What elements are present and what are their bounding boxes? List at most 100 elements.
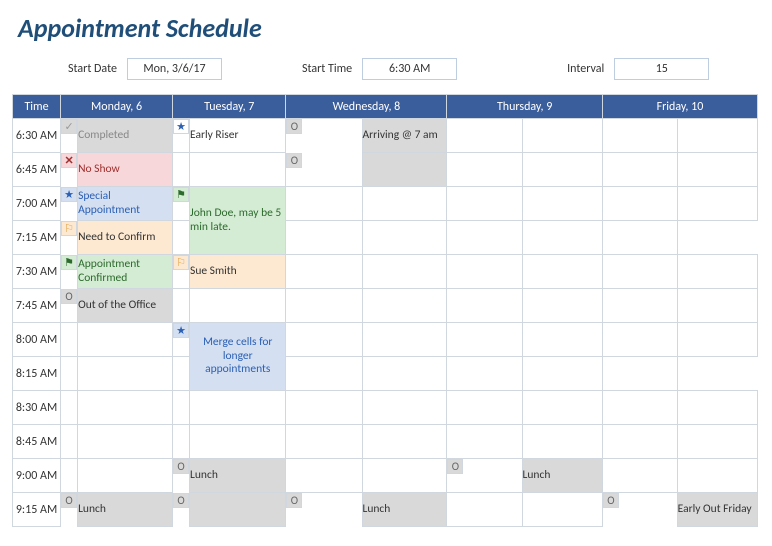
cell-fri-745[interactable] <box>677 289 757 323</box>
cell-thu-830[interactable] <box>522 391 602 425</box>
cell-fri-900[interactable] <box>677 459 757 493</box>
cell-wed-630[interactable]: Arriving @ 7 am <box>362 119 447 153</box>
cell-thu-715[interactable] <box>447 221 522 255</box>
cell-tue-630[interactable]: Early Riser <box>190 119 286 153</box>
cell-mon-645[interactable]: No Show <box>78 153 173 187</box>
header-friday: Friday, 10 <box>602 95 757 119</box>
cell-wed-800[interactable] <box>362 323 447 357</box>
cell-wed-700[interactable] <box>362 187 447 221</box>
cell-fri-630[interactable] <box>677 119 757 153</box>
cell-tue-645[interactable] <box>190 153 286 187</box>
circle-icon: O <box>61 289 77 304</box>
cell-tue-730[interactable]: Sue Smith <box>190 255 286 289</box>
cell-fri-845[interactable] <box>677 425 757 459</box>
cell-wed-900[interactable] <box>362 459 447 493</box>
cell-mon-845[interactable] <box>78 425 173 459</box>
cell-thu-845[interactable] <box>522 425 602 459</box>
cell-tue-900[interactable]: Lunch <box>190 459 286 493</box>
cell-icon <box>61 323 78 357</box>
cell-wed-715[interactable] <box>286 221 362 255</box>
circle-icon: O <box>603 493 619 508</box>
cell-fri-730[interactable] <box>677 255 757 289</box>
cell-fri-645[interactable] <box>677 153 757 187</box>
time-label: 8:00 AM <box>13 323 61 357</box>
interval-label: Interval <box>567 62 604 76</box>
time-label: 7:15 AM <box>13 221 61 255</box>
start-time-input[interactable]: 6:30 AM <box>362 58 457 80</box>
cell-wed-845[interactable] <box>362 425 447 459</box>
cell-icon <box>447 187 522 221</box>
header-thursday: Thursday, 9 <box>447 95 603 119</box>
cell-icon <box>602 119 677 153</box>
cell-icon <box>286 425 362 459</box>
cell-tue-745[interactable] <box>190 289 286 323</box>
cell-wed-730[interactable] <box>362 255 447 289</box>
cell-thu-745[interactable] <box>522 289 602 323</box>
cell-thu-800[interactable] <box>522 323 602 357</box>
cell-icon <box>447 323 522 357</box>
cell-tue-800[interactable]: Merge cells for longer appointments <box>190 323 286 391</box>
cell-wed-830[interactable] <box>362 391 447 425</box>
cell-icon <box>447 425 522 459</box>
cell-mon-815[interactable] <box>78 357 173 391</box>
time-label: 7:30 AM <box>13 255 61 289</box>
x-icon: ✕ <box>61 153 77 168</box>
cell-fri-715[interactable] <box>602 221 677 255</box>
cell-icon <box>286 391 362 425</box>
time-label: 6:30 AM <box>13 119 61 153</box>
cell-icon <box>602 187 677 221</box>
cell-wed-915[interactable]: Lunch <box>362 493 447 527</box>
flag-icon: ⚑ <box>173 187 189 202</box>
cell-fri-700[interactable] <box>677 187 757 221</box>
cell-icon <box>447 153 522 187</box>
cell-icon <box>522 221 602 255</box>
cell-thu-730[interactable] <box>522 255 602 289</box>
cell-wed-645[interactable] <box>362 153 447 187</box>
cell-thu-900[interactable]: Lunch <box>522 459 602 493</box>
cell-mon-730[interactable]: Appointment Confirmed <box>78 255 173 289</box>
cell-wed-745[interactable] <box>362 289 447 323</box>
cell-tue-845[interactable] <box>190 425 286 459</box>
interval-input[interactable]: 15 <box>614 58 709 80</box>
cell-icon <box>173 425 190 459</box>
start-date-input[interactable]: Mon, 3/6/17 <box>127 58 222 80</box>
cell-thu-815[interactable] <box>447 357 522 391</box>
cell-icon <box>61 425 78 459</box>
cell-fri-800[interactable] <box>677 323 757 357</box>
circle-icon: O <box>61 493 77 508</box>
cell-tue-700[interactable]: John Doe, may be 5 min late. <box>190 187 286 255</box>
star-icon: ★ <box>173 323 189 338</box>
time-label: 8:15 AM <box>13 357 61 391</box>
cell-fri-815[interactable] <box>602 357 677 391</box>
flag-icon: ⚐ <box>61 221 77 236</box>
cell-mon-745[interactable]: Out of the Office <box>78 289 173 323</box>
cell-thu-915[interactable] <box>522 493 602 527</box>
cell-mon-800[interactable] <box>78 323 173 357</box>
cell-icon <box>362 357 447 391</box>
cell-mon-715[interactable]: Need to Confirm <box>78 221 173 255</box>
cell-mon-915[interactable]: Lunch <box>78 493 173 527</box>
cell-wed-815[interactable] <box>286 357 362 391</box>
cell-mon-900[interactable] <box>78 459 173 493</box>
cell-icon <box>602 323 677 357</box>
cell-icon <box>362 221 447 255</box>
header-time: Time <box>13 95 61 119</box>
cell-icon <box>447 255 522 289</box>
cell-icon <box>286 459 362 493</box>
cell-fri-830[interactable] <box>677 391 757 425</box>
cell-icon <box>447 493 522 527</box>
cell-mon-630[interactable]: Completed <box>78 119 173 153</box>
cell-icon <box>286 323 362 357</box>
cell-thu-700[interactable] <box>522 187 602 221</box>
circle-icon: O <box>286 153 302 168</box>
cell-tue-915[interactable] <box>190 493 286 527</box>
cell-mon-830[interactable] <box>78 391 173 425</box>
cell-thu-645[interactable] <box>522 153 602 187</box>
cell-thu-630[interactable] <box>522 119 602 153</box>
cell-icon <box>447 119 522 153</box>
cell-fri-915[interactable]: Early Out Friday <box>677 493 757 527</box>
cell-icon <box>286 255 362 289</box>
cell-icon <box>602 289 677 323</box>
cell-tue-830[interactable] <box>190 391 286 425</box>
cell-mon-700[interactable]: Special Appointment <box>78 187 173 221</box>
